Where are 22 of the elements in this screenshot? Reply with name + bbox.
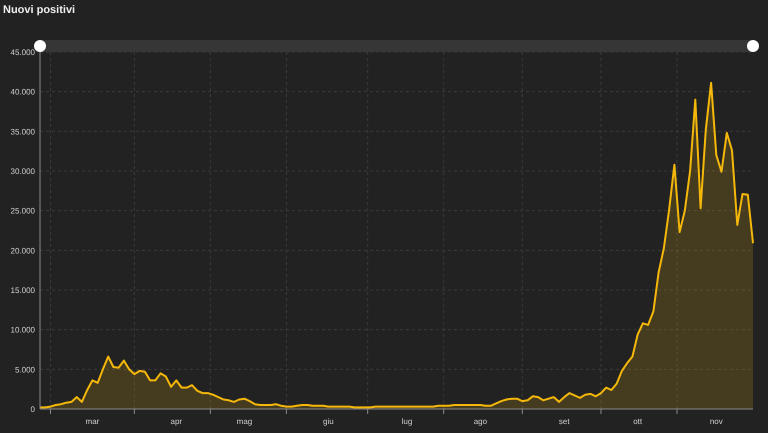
y-tick-label: 25.000 xyxy=(10,206,35,216)
x-tick-label: nov xyxy=(710,417,723,426)
range-handle[interactable] xyxy=(34,40,46,52)
y-tick-label: 10.000 xyxy=(10,326,35,335)
x-tick-label: ago xyxy=(474,417,488,426)
x-tick-label: apr xyxy=(170,417,182,426)
y-tick-label: 0 xyxy=(30,405,35,414)
x-tick-label: mag xyxy=(236,417,252,426)
range-handle[interactable] xyxy=(747,40,759,52)
y-tick-label: 30.000 xyxy=(10,167,35,176)
x-tick-label: set xyxy=(558,417,570,426)
y-tick-label: 20.000 xyxy=(10,246,35,256)
y-tick-label: 35.000 xyxy=(10,127,35,136)
chart-title: Nuovi positivi xyxy=(2,3,76,18)
x-tick-label: giu xyxy=(323,417,334,426)
y-tick-label: 15.000 xyxy=(10,286,35,295)
y-tick-label: 40.000 xyxy=(10,88,35,97)
y-tick-label: 45.000 xyxy=(10,48,35,57)
x-tick-label: mar xyxy=(86,417,100,426)
x-tick-label: lug xyxy=(402,417,412,426)
y-tick-label: 5.000 xyxy=(14,365,35,374)
x-tick-label: ott xyxy=(633,417,642,426)
